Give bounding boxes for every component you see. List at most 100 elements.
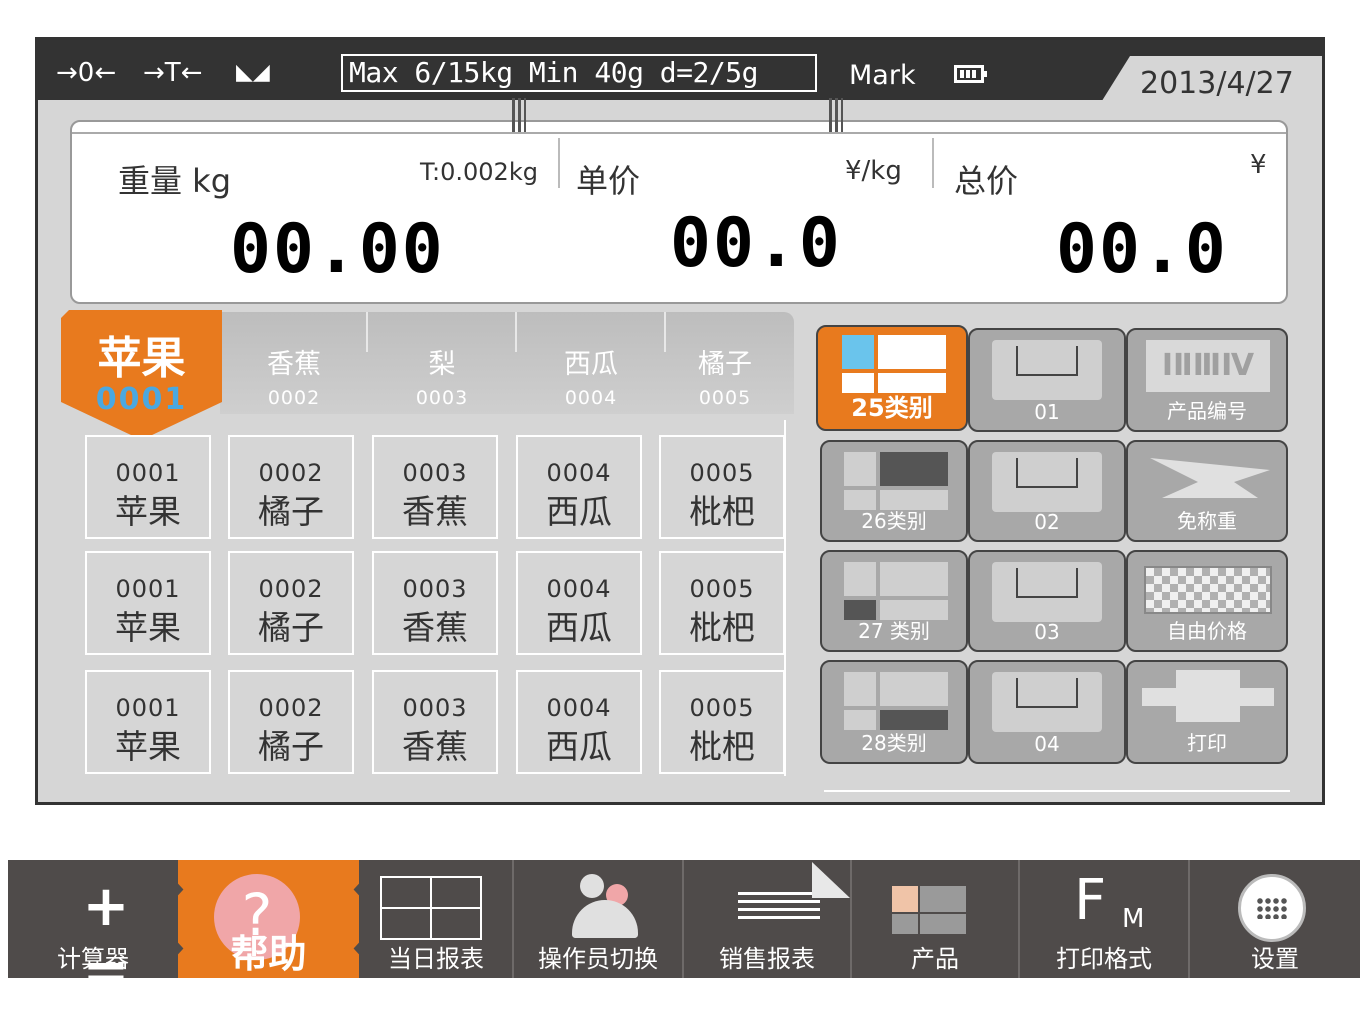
roman-icon: ⅠⅡⅢⅣ — [1146, 340, 1270, 392]
total-price-label: 总价 — [954, 162, 1019, 200]
tare-icon: →T← — [143, 58, 203, 88]
product-code: 0003 — [402, 459, 468, 487]
tab-watermelon[interactable]: 西瓜 0004 — [517, 312, 665, 412]
category-26-button[interactable]: 26类别 — [820, 440, 968, 542]
button-label: 免称重 — [1177, 509, 1237, 533]
bin-01-button[interactable]: 01 — [968, 328, 1126, 432]
unit-price-label: 单价 — [576, 162, 641, 200]
product-tile[interactable]: 0001 苹果 — [85, 435, 211, 539]
product-tile[interactable]: 0004 西瓜 — [516, 551, 642, 655]
product-tile[interactable]: 0004 西瓜 — [516, 670, 642, 774]
daily-report-button[interactable]: 当日报表 — [360, 860, 512, 978]
separator — [932, 138, 934, 188]
category-28-button[interactable]: 28类别 — [820, 660, 968, 764]
divider-line — [824, 790, 1290, 792]
product-tile[interactable]: 0002 橘子 — [228, 551, 354, 655]
button-label: 销售报表 — [719, 945, 815, 973]
printer-icon-body — [1142, 688, 1274, 706]
separator — [558, 138, 560, 188]
button-label: 01 — [1034, 400, 1060, 424]
help-button[interactable]: ? 帮助 — [178, 860, 359, 978]
report-icon — [738, 892, 820, 922]
print-format-button[interactable]: F M 打印格式 — [1020, 860, 1188, 978]
settings-button[interactable]: 设置 — [1190, 860, 1360, 978]
bin-icon — [992, 452, 1102, 512]
weight-label: 重量 kg — [118, 162, 232, 200]
product-tile[interactable]: 0005 枇杷 — [659, 670, 785, 774]
button-label: 当日报表 — [388, 945, 484, 973]
bin-02-button[interactable]: 02 — [968, 440, 1126, 542]
operator-switch-button[interactable]: 操作员切换 — [514, 860, 682, 978]
product-tile[interactable]: 0005 枇杷 — [659, 551, 785, 655]
product-name: 西瓜 — [546, 608, 612, 647]
product-tile[interactable]: 0001 苹果 — [85, 670, 211, 774]
product-tile[interactable]: 0003 香蕉 — [372, 435, 498, 539]
zero-icon: →0← — [56, 58, 117, 88]
tab-name: 西瓜 — [564, 349, 618, 380]
product-code-button[interactable]: ⅠⅡⅢⅣ 产品编号 — [1126, 328, 1288, 432]
table-icon — [380, 876, 482, 940]
product-tile[interactable]: 0002 橘子 — [228, 435, 354, 539]
tab-code: 0002 — [267, 387, 321, 409]
no-weigh-button[interactable]: 免称重 — [1126, 440, 1288, 542]
button-label: 计算器 — [57, 945, 129, 973]
product-tile[interactable]: 0003 香蕉 — [372, 551, 498, 655]
category-27-button[interactable]: 27 类别 — [820, 550, 968, 652]
products-icon-d — [920, 914, 966, 934]
product-tile[interactable]: 0004 西瓜 — [516, 435, 642, 539]
tab-code: 0001 — [95, 382, 188, 417]
format-f-icon: F — [1074, 868, 1107, 933]
no-weigh-icon — [1150, 458, 1270, 498]
sales-report-button[interactable]: 销售报表 — [684, 860, 850, 978]
product-code: 0002 — [258, 575, 324, 603]
product-code: 0005 — [689, 575, 755, 603]
product-tile[interactable]: 0002 橘子 — [228, 670, 354, 774]
product-name: 橘子 — [258, 608, 324, 647]
category-icon — [844, 452, 948, 512]
products-icon-b — [920, 886, 966, 912]
button-label: 操作员切换 — [538, 945, 658, 973]
user-body-icon — [572, 900, 638, 938]
spec-readout: Max 6/15kg Min 40g d=2/5g — [341, 54, 817, 92]
product-name: 西瓜 — [546, 727, 612, 766]
product-code: 0004 — [546, 575, 612, 603]
tab-name: 香蕉 — [267, 349, 321, 380]
format-m-icon: M — [1122, 904, 1145, 934]
product-code: 0001 — [115, 694, 181, 722]
tab-orange[interactable]: 橘子 0005 — [651, 312, 799, 412]
bin-03-button[interactable]: 03 — [968, 550, 1126, 652]
product-code: 0001 — [115, 575, 181, 603]
product-name: 枇杷 — [689, 608, 755, 647]
grid-scrollbar[interactable] — [784, 420, 786, 776]
mark-label: Mark — [849, 60, 916, 91]
products-icon-c — [892, 914, 918, 934]
tab-name: 梨 — [428, 349, 456, 380]
tab-banana[interactable]: 香蕉 0002 — [220, 312, 368, 412]
product-name: 香蕉 — [402, 608, 468, 647]
product-code: 0003 — [402, 694, 468, 722]
tab-name: 苹果 — [97, 333, 186, 384]
products-button[interactable]: 产品 — [852, 860, 1018, 978]
calculator-button[interactable]: + = 计算器 — [8, 860, 178, 1004]
product-code: 0004 — [546, 459, 612, 487]
tab-pear[interactable]: 梨 0003 — [368, 312, 516, 412]
product-tile[interactable]: 0005 枇杷 — [659, 435, 785, 539]
product-name: 苹果 — [115, 608, 181, 647]
product-tile[interactable]: 0003 香蕉 — [372, 670, 498, 774]
print-button[interactable]: 打印 — [1126, 660, 1288, 764]
total-price-value: 00.0 — [1056, 210, 1228, 289]
free-price-button[interactable]: 自由价格 — [1126, 550, 1288, 652]
total-price-unit: ¥ — [1250, 150, 1267, 180]
product-code: 0003 — [402, 575, 468, 603]
bin-icon — [992, 562, 1102, 622]
product-code: 0002 — [258, 459, 324, 487]
category-icon — [844, 562, 948, 622]
category-icon — [842, 335, 946, 395]
category-25-button[interactable]: 25类别 — [816, 325, 968, 431]
button-label: 设置 — [1251, 945, 1299, 973]
button-label: 产品 — [911, 945, 959, 973]
tab-code: 0003 — [415, 387, 469, 409]
product-tile[interactable]: 0001 苹果 — [85, 551, 211, 655]
bin-04-button[interactable]: 04 — [968, 660, 1126, 764]
tab-code: 0004 — [564, 387, 618, 409]
